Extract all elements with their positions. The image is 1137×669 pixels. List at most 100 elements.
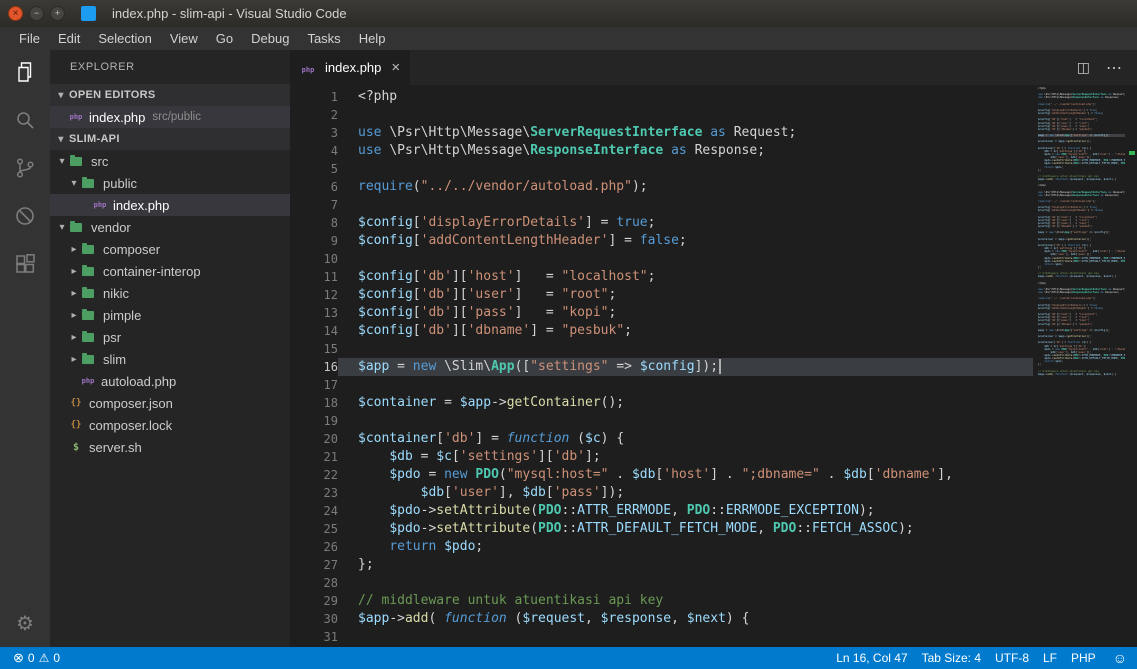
tree-item-composer[interactable]: ▸composer	[50, 238, 290, 260]
menu-item-file[interactable]: File	[10, 31, 49, 46]
code-line[interactable]: 11$config['db']['host'] = "localhost";	[290, 268, 1033, 286]
settings-button[interactable]: ⚙	[0, 599, 50, 647]
debug-icon	[13, 204, 37, 233]
code-line[interactable]: 12$config['db']['user'] = "root";	[290, 286, 1033, 304]
feedback-smiley-icon[interactable]: ☺	[1103, 647, 1137, 669]
code-line[interactable]: 23 $db['user'], $db['pass']);	[290, 484, 1033, 502]
more-actions-icon[interactable]: ⋯	[1106, 58, 1123, 78]
activity-explorer-button[interactable]	[0, 50, 50, 98]
code-token: ]);	[695, 359, 718, 374]
menu-item-edit[interactable]: Edit	[49, 31, 89, 46]
code-line[interactable]: 26 return $pdo;	[290, 538, 1033, 556]
sidebar-explorer: EXPLORER ▾ OPEN EDITORS phpindex.phpsrc/…	[50, 50, 290, 647]
folder-icon	[82, 245, 94, 254]
code-token: function	[507, 431, 570, 446]
status-cursor-position[interactable]: Ln 16, Col 47	[829, 647, 914, 669]
code-line[interactable]: 18$container = $app->getContainer();	[290, 394, 1033, 412]
open-editor-index-php[interactable]: phpindex.phpsrc/public	[50, 106, 290, 128]
code-line[interactable]: 7	[290, 196, 1033, 214]
line-number: 8	[290, 214, 338, 232]
chevron-down-icon: ▾	[68, 178, 80, 189]
code-line[interactable]: 16$app = new \Slim\App(["settings" => $c…	[290, 358, 1033, 376]
code-line[interactable]: 30$app->add( function ($request, $respon…	[290, 610, 1033, 628]
code-line[interactable]: 2	[290, 106, 1033, 124]
menu-item-go[interactable]: Go	[207, 31, 242, 46]
code-line[interactable]: 25 $pdo->setAttribute(PDO::ATTR_DEFAULT_…	[290, 520, 1033, 538]
tree-item-pimple[interactable]: ▸pimple	[50, 304, 290, 326]
code-line[interactable]: 19	[290, 412, 1033, 430]
code-line[interactable]: 28	[290, 574, 1033, 592]
close-tab-icon[interactable]: ×	[391, 59, 400, 76]
line-number: 17	[290, 376, 338, 394]
code-line[interactable]: 13$config['db']['pass'] = "kopi";	[290, 304, 1033, 322]
status-encoding[interactable]: UTF-8	[988, 647, 1036, 669]
code-token: as	[710, 125, 726, 140]
tree-item-public[interactable]: ▾public	[50, 172, 290, 194]
menu-item-selection[interactable]: Selection	[89, 31, 160, 46]
code-line[interactable]: 3use \Psr\Http\Message\ServerRequestInte…	[290, 124, 1033, 142]
code-token: new	[444, 467, 467, 482]
code-line[interactable]: 6require("../../vendor/autoload.php");	[290, 178, 1033, 196]
code-token: (	[530, 503, 538, 518]
code-line[interactable]: 1<?php	[290, 88, 1033, 106]
tree-item-autoload-php[interactable]: phpautoload.php	[50, 370, 290, 392]
tree-item-label: container-interop	[103, 264, 201, 279]
menu-item-view[interactable]: View	[161, 31, 207, 46]
json-file-icon: {}	[68, 398, 84, 408]
code-token: $c	[436, 449, 452, 464]
code-line[interactable]: 22 $pdo = new PDO("mysql:host=" . $db['h…	[290, 466, 1033, 484]
code-line[interactable]: 17	[290, 376, 1033, 394]
tree-item-composer-lock[interactable]: {}composer.lock	[50, 414, 290, 436]
code-line[interactable]: 31	[290, 628, 1033, 646]
activity-search-button[interactable]	[0, 98, 50, 146]
code-token: ATTR_ERRMODE	[577, 503, 671, 518]
code-line[interactable]: 21 $db = $c['settings']['db'];	[290, 448, 1033, 466]
code-editor[interactable]: 1<?php23use \Psr\Http\Message\ServerRequ…	[290, 85, 1137, 647]
activity-debug-button[interactable]	[0, 194, 50, 242]
code-line[interactable]: 29// middleware untuk atuentikasi api ke…	[290, 592, 1033, 610]
code-token: ][	[452, 305, 468, 320]
code-line[interactable]: 15	[290, 340, 1033, 358]
status-language-mode[interactable]: PHP	[1064, 647, 1103, 669]
code-token: $config	[640, 359, 695, 374]
split-editor-icon[interactable]: ◫	[1077, 59, 1090, 76]
status-eol[interactable]: LF	[1036, 647, 1064, 669]
project-section-header[interactable]: ▾ SLIM-API	[50, 128, 290, 150]
tree-item-index-php[interactable]: phpindex.php	[50, 194, 290, 216]
tree-item-slim[interactable]: ▸slim	[50, 348, 290, 370]
menu-item-tasks[interactable]: Tasks	[298, 31, 349, 46]
activity-extensions-button[interactable]	[0, 242, 50, 290]
tree-item-src[interactable]: ▾src	[50, 150, 290, 172]
code-line[interactable]: 9$config['addContentLengthHeader'] = fal…	[290, 232, 1033, 250]
menu-item-help[interactable]: Help	[350, 31, 395, 46]
tree-item-psr[interactable]: ▸psr	[50, 326, 290, 348]
tree-item-composer-json[interactable]: {}composer.json	[50, 392, 290, 414]
window-maximize-button[interactable]: +	[50, 6, 65, 21]
code-token: };	[358, 557, 374, 572]
tree-item-nikic[interactable]: ▸nikic	[50, 282, 290, 304]
code-line[interactable]: 8$config['displayErrorDetails'] = true;	[290, 214, 1033, 232]
code-line[interactable]: 24 $pdo->setAttribute(PDO::ATTR_ERRMODE,…	[290, 502, 1033, 520]
window-minimize-button[interactable]: −	[29, 6, 44, 21]
code-line[interactable]: 27};	[290, 556, 1033, 574]
code-line[interactable]: 10	[290, 250, 1033, 268]
code-line[interactable]: 20$container['db'] = function ($c) {	[290, 430, 1033, 448]
window-close-button[interactable]: ×	[8, 6, 23, 21]
code-line[interactable]: 4use \Psr\Http\Message\ResponseInterface…	[290, 142, 1033, 160]
tree-item-server-sh[interactable]: $server.sh	[50, 436, 290, 458]
problems-indicator[interactable]: ⊗ 0 ⚠ 0	[6, 647, 67, 669]
editor-group: php index.php × ◫ ⋯ 1<?php23use \Psr\Htt…	[290, 50, 1137, 647]
tree-item-container-interop[interactable]: ▸container-interop	[50, 260, 290, 282]
minimap[interactable]: <?phpuse \Psr\Http\Message\ServerRequest…	[1033, 85, 1137, 647]
tab-index-php[interactable]: php index.php ×	[290, 50, 411, 85]
status-tab-size[interactable]: Tab Size: 4	[915, 647, 988, 669]
code-line[interactable]: 5	[290, 160, 1033, 178]
line-number: 20	[290, 430, 338, 448]
files-icon	[13, 60, 37, 89]
code-token: ] =	[515, 305, 562, 320]
tree-item-vendor[interactable]: ▾vendor	[50, 216, 290, 238]
menu-item-debug[interactable]: Debug	[242, 31, 298, 46]
activity-source-control-button[interactable]	[0, 146, 50, 194]
code-line[interactable]: 14$config['db']['dbname'] = "pesbuk";	[290, 322, 1033, 340]
open-editors-header[interactable]: ▾ OPEN EDITORS	[50, 84, 290, 106]
